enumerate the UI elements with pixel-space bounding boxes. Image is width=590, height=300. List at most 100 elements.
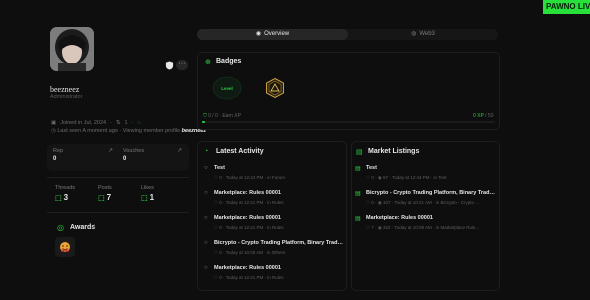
activity-item-title[interactable]: Marketplace: Rules 00001 [214, 265, 344, 271]
award-badge[interactable] [55, 237, 75, 257]
store-icon: ▤ [356, 149, 363, 156]
tab-web3[interactable]: ◍ Web3 [348, 29, 498, 40]
profile-username: beezneez [50, 85, 80, 94]
shield-icon [165, 61, 174, 70]
thread-circle-icon: ○ [204, 240, 208, 246]
thread-circle-icon: ○ [204, 215, 208, 221]
level-label: Level [221, 85, 233, 91]
activity-item-time: Today at 12:41 PM [225, 200, 264, 205]
xp-value: 0 XP [473, 113, 484, 119]
xp-total: / 50 [485, 113, 494, 119]
rep-arrow-icon[interactable]: ↗ [108, 147, 113, 154]
posts-stat: ⬚ 7 [98, 193, 111, 202]
activity-item-likes: 0 [219, 250, 222, 255]
market-item-meta: ♡ 0 · ◉ 67 · Today at 12:44 PM · in Test [366, 175, 447, 180]
activity-item-forum[interactable]: Rules [272, 200, 284, 205]
message-icon: ⇅ [115, 120, 121, 126]
profile-meta: ▣ Joined in Jul, 2024 · ⇅ 1 · ◌ [51, 120, 141, 126]
badges-title: Badges [216, 58, 242, 65]
activity-item-meta: ♡ 0 · Today at 12:44 PM · in Forum [214, 175, 286, 180]
market-item-time: Today at 10:09 AM [394, 225, 432, 230]
activity-item-time: Today at 10:00 AM [225, 250, 264, 255]
more-options-button[interactable]: ··· [176, 60, 188, 70]
thread-circle-icon: ○ [204, 165, 208, 171]
market-item-title[interactable]: Test [366, 165, 496, 171]
rep-label: Rep [53, 148, 64, 154]
posts-short: 1 [124, 120, 128, 126]
awards-title: Awards [70, 224, 96, 231]
activity-item-forum[interactable]: Rules [272, 275, 284, 280]
activity-item-time: Today at 12:44 PM [225, 175, 264, 180]
live-banner[interactable]: PAWNO LIVE [543, 0, 590, 14]
activity-item-forum[interactable]: Forum [272, 175, 285, 180]
activity-item-forum[interactable]: Rules [272, 225, 284, 230]
activity-item-meta: ♡ 0 · Today at 10:00 AM · in Others [214, 250, 286, 255]
likes-label: Likes [141, 185, 154, 191]
badge-count: 0 / 0 [208, 113, 218, 119]
market-item-meta: ♡ 0 · ◉ 107 · Today at 10:21 AM · in Bic… [366, 200, 479, 205]
market-item-likes: 0 [371, 200, 374, 205]
activity-item-title[interactable]: Marketplace: Rules 00001 [214, 190, 344, 196]
online-icon: ◌ [137, 120, 141, 126]
likes-stat: ⬚ 1 [141, 193, 154, 202]
profile-role: Administrator [50, 94, 83, 100]
divider: · [110, 120, 112, 126]
xp-progress-track [202, 121, 495, 123]
badges-panel [197, 52, 500, 130]
badges-footer-left: ⛉ 0 / 0 · Earn XP [203, 113, 241, 119]
market-item-time: Today at 10:21 AM [394, 200, 432, 205]
activity-item-time: Today at 12:41 PM [225, 275, 264, 280]
posts-value: 7 [106, 193, 112, 202]
market-item-views: 107 [383, 200, 391, 205]
market-item-meta: ♡ 7 · ◉ 322 · Today at 10:09 AM · in Mar… [366, 225, 480, 230]
calendar-icon: ▣ [51, 120, 57, 126]
activity-item-title[interactable]: Marketplace: Rules 00001 [214, 215, 344, 221]
market-item-views: 322 [383, 225, 391, 230]
threads-stat: ⬚ 3 [55, 193, 68, 202]
store-small-icon: ▤ [355, 216, 361, 222]
activity-item-title[interactable]: Test [214, 165, 344, 171]
vouches-arrow-icon[interactable]: ↗ [177, 147, 182, 154]
market-item-views: 67 [383, 175, 389, 180]
market-item-forum[interactable]: Test [438, 175, 446, 180]
market-listings-title: Market Listings [368, 148, 420, 155]
market-item-title[interactable]: Bicrypto - Crypto Trading Platform, Bina… [366, 190, 496, 196]
divider [47, 177, 189, 178]
thread-circle-icon: ○ [204, 190, 208, 196]
market-item-forum[interactable]: Bicrypto - Crypto ... [440, 200, 479, 205]
award-icon: ◎ [57, 223, 64, 232]
last-seen-text: Last seen A moment ago · Viewing member … [57, 128, 181, 134]
activity-item-meta: ♡ 0 · Today at 12:41 PM · in Rules [214, 225, 284, 230]
activity-item-likes: 0 [219, 175, 222, 180]
activity-item-forum[interactable]: Others [272, 250, 286, 255]
thumbs-up-icon: ⬚ [141, 194, 148, 202]
vouches-label: Vouches [123, 148, 145, 154]
thread-circle-icon: ○ [204, 265, 208, 271]
activity-item-meta: ♡ 0 · Today at 12:41 PM · in Rules [214, 200, 284, 205]
rep-value: 0 [53, 156, 57, 162]
joined-text: Joined in Jul, 2024 [60, 120, 107, 126]
awards-count: 1 [93, 224, 97, 230]
tab-overview-label: Overview [264, 31, 290, 37]
store-small-icon: ▤ [355, 191, 361, 197]
likes-value: 1 [149, 193, 155, 202]
activity-item-title[interactable]: Bicrypto - Crypto Trading Platform, Bina… [214, 240, 344, 246]
activity-item-likes: 0 [219, 200, 222, 205]
threads-label: Threads [55, 185, 76, 191]
activity-icon: ◔ [204, 148, 209, 155]
gold-badge-icon[interactable] [265, 78, 285, 98]
activity-item-likes: 0 [219, 275, 222, 280]
market-item-forum[interactable]: Marketplace Rule... [440, 225, 479, 230]
avatar[interactable] [50, 27, 94, 71]
tab-overview[interactable]: ◉ Overview [197, 29, 348, 40]
market-item-title[interactable]: Marketplace: Rules 00001 [366, 215, 496, 221]
threads-value: 3 [63, 193, 69, 202]
rep-card [47, 144, 189, 171]
user-icon: ◉ [255, 31, 262, 37]
posts-icon: ⬚ [98, 194, 105, 202]
market-item-likes: 0 [371, 175, 374, 180]
level-badge[interactable]: Level [212, 76, 242, 100]
badges-footer-right: 0 XP / 50 [473, 113, 493, 119]
market-item-likes: 7 [371, 225, 374, 230]
latest-activity-title: Latest Activity [216, 148, 264, 155]
